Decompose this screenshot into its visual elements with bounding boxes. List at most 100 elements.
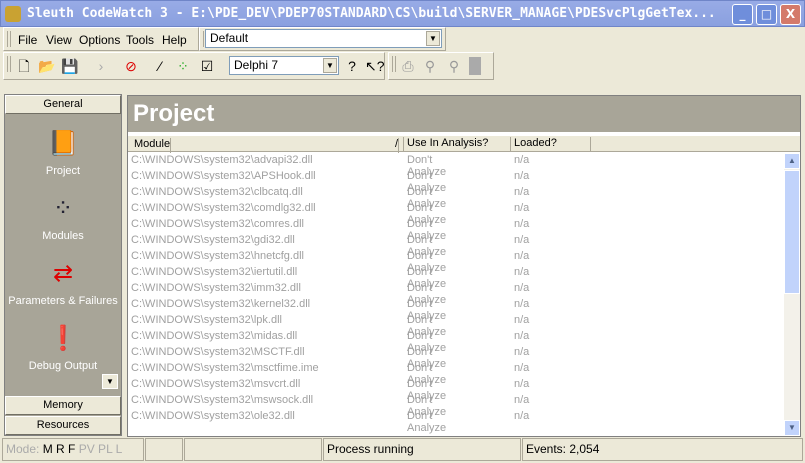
module-cell: C:\WINDOWS\system32\comres.dll bbox=[131, 218, 304, 230]
column-module[interactable]: Module / bbox=[128, 137, 404, 153]
profile-toolbar: Default ▼ bbox=[199, 27, 446, 51]
sidebar-item-label: Parameters & Failures bbox=[8, 295, 118, 307]
loaded-cell: n/a bbox=[514, 410, 530, 422]
run-icon[interactable]: › bbox=[92, 57, 110, 75]
page-title: Project bbox=[128, 96, 800, 132]
menu-help[interactable]: Help bbox=[162, 33, 187, 47]
loaded-cell: n/a bbox=[514, 266, 530, 278]
wizard-icon[interactable]: ⁄ bbox=[151, 57, 169, 75]
save-icon[interactable]: 💾 bbox=[61, 57, 79, 75]
menu-tools[interactable]: Tools bbox=[126, 33, 154, 47]
sidebar: General 📙 Project ⁘ Modules ⇄ Parameters… bbox=[4, 94, 122, 436]
mode-inactive: PV PL L bbox=[78, 442, 123, 456]
sort-indicator: / bbox=[392, 138, 399, 153]
print-icon[interactable]: ⎙ bbox=[399, 57, 417, 75]
stop-icon[interactable]: ⊘ bbox=[122, 57, 140, 75]
toolbar-grip[interactable] bbox=[7, 31, 11, 47]
profile-value: Default bbox=[210, 31, 249, 45]
open-folder-icon[interactable]: 📂 bbox=[38, 57, 56, 75]
loaded-cell: n/a bbox=[514, 330, 530, 342]
modules-icon[interactable]: ⁘ bbox=[174, 57, 192, 75]
loaded-cell: n/a bbox=[514, 234, 530, 246]
menu-file[interactable]: File bbox=[18, 33, 37, 47]
loaded-cell: n/a bbox=[514, 314, 530, 326]
scroll-up-button[interactable]: ▲ bbox=[784, 153, 800, 169]
loaded-cell: n/a bbox=[514, 298, 530, 310]
sidebar-item-label: Debug Output bbox=[28, 360, 98, 372]
debug-error-icon: ❗ bbox=[48, 325, 78, 352]
menu-view[interactable]: View bbox=[46, 33, 72, 47]
sidebar-general-button[interactable]: General bbox=[5, 95, 121, 114]
status-pane-empty bbox=[184, 438, 322, 461]
mode-active: M R F bbox=[42, 442, 76, 456]
sidebar-memory-button[interactable]: Memory bbox=[5, 396, 121, 415]
toolbar-grip[interactable] bbox=[392, 56, 396, 72]
toolbar-grip[interactable] bbox=[7, 56, 11, 72]
module-cell: C:\WINDOWS\system32\lpk.dll bbox=[131, 314, 282, 326]
sidebar-resources-button[interactable]: Resources bbox=[5, 416, 121, 435]
module-cell: C:\WINDOWS\system32\kernel32.dll bbox=[131, 298, 311, 310]
profile-select[interactable]: Default ▼ bbox=[205, 29, 442, 48]
scroll-thumb[interactable] bbox=[784, 170, 800, 294]
print-toolbar: ⎙ ⚲ ⚲ bbox=[388, 52, 494, 80]
app-icon bbox=[5, 6, 21, 22]
page-icon[interactable] bbox=[469, 57, 481, 75]
sidebar-item-modules[interactable]: ⁘ Modules bbox=[5, 194, 121, 242]
analysis-cell: Don't Analyze bbox=[407, 410, 447, 434]
module-cell: C:\WINDOWS\system32\imm32.dll bbox=[131, 282, 301, 294]
help-icon[interactable]: ? bbox=[343, 57, 361, 75]
main-toolbar: 🗋 📂 💾 › ⊘ ⁄ ⁘ ☑ Delphi 7 ▼ ? ↖? bbox=[3, 52, 385, 80]
module-cell: C:\WINDOWS\system32\mswsock.dll bbox=[131, 394, 314, 406]
status-pane-empty bbox=[145, 438, 183, 461]
minimize-button[interactable]: _ bbox=[732, 4, 753, 25]
mode-label: Mode: bbox=[6, 442, 40, 456]
project-book-icon: 📙 bbox=[48, 130, 78, 157]
table-header: Module / Use In Analysis? Loaded? bbox=[128, 136, 800, 153]
title-bar: Sleuth CodeWatch 3 - E:\PDE_DEV\PDEP70ST… bbox=[0, 0, 805, 27]
close-button[interactable]: X bbox=[780, 4, 801, 25]
module-cell: C:\WINDOWS\system32\msctfime.ime bbox=[131, 362, 319, 374]
module-cell: C:\WINDOWS\system32\gdi32.dll bbox=[131, 234, 295, 246]
chevron-down-icon[interactable]: ▼ bbox=[426, 31, 440, 46]
column-loaded[interactable]: Loaded? bbox=[511, 137, 591, 152]
sidebar-scroll-down[interactable]: ▼ bbox=[102, 374, 118, 389]
context-help-icon[interactable]: ↖? bbox=[365, 57, 385, 75]
sidebar-item-debug-output[interactable]: ❗ Debug Output bbox=[5, 324, 121, 372]
sidebar-item-label: Project bbox=[45, 165, 81, 177]
module-cell: C:\WINDOWS\system32\msvcrt.dll bbox=[131, 378, 301, 390]
scroll-down-button[interactable]: ▼ bbox=[784, 420, 800, 436]
menu-options[interactable]: Options bbox=[79, 33, 120, 47]
loaded-cell: n/a bbox=[514, 282, 530, 294]
menu-bar: File View Options Tools Help bbox=[3, 27, 199, 51]
zoom-in-icon[interactable]: ⚲ bbox=[421, 57, 439, 75]
loaded-cell: n/a bbox=[514, 362, 530, 374]
checklist-icon[interactable]: ☑ bbox=[198, 57, 216, 75]
project-panel: Project Module / Use In Analysis? Loaded?… bbox=[127, 95, 801, 437]
column-use-in-analysis[interactable]: Use In Analysis? bbox=[404, 137, 511, 152]
sidebar-item-parameters[interactable]: ⇄ Parameters & Failures bbox=[5, 259, 121, 307]
module-cell: C:\WINDOWS\system32\MSCTF.dll bbox=[131, 346, 305, 358]
module-cell: C:\WINDOWS\system32\ole32.dll bbox=[131, 410, 295, 422]
chevron-down-icon[interactable]: ▼ bbox=[323, 58, 337, 73]
loaded-cell: n/a bbox=[514, 346, 530, 358]
zoom-out-icon[interactable]: ⚲ bbox=[445, 57, 463, 75]
loaded-cell: n/a bbox=[514, 154, 530, 166]
module-cell: C:\WINDOWS\system32\advapi32.dll bbox=[131, 154, 313, 166]
module-cell: C:\WINDOWS\system32\APSHook.dll bbox=[131, 170, 316, 182]
compiler-value: Delphi 7 bbox=[234, 58, 279, 72]
vertical-scrollbar[interactable]: ▲ ▼ bbox=[784, 153, 800, 436]
loaded-cell: n/a bbox=[514, 394, 530, 406]
sidebar-item-project[interactable]: 📙 Project bbox=[5, 129, 121, 177]
module-cell: C:\WINDOWS\system32\midas.dll bbox=[131, 330, 298, 342]
module-cell: C:\WINDOWS\system32\comdlg32.dll bbox=[131, 202, 316, 214]
column-label: Module bbox=[131, 138, 172, 153]
module-cell: C:\WINDOWS\system32\clbcatq.dll bbox=[131, 186, 303, 198]
module-cell: C:\WINDOWS\system32\iertutil.dll bbox=[131, 266, 298, 278]
status-process: Process running bbox=[323, 438, 521, 461]
new-icon[interactable]: 🗋 bbox=[15, 57, 33, 75]
status-mode: Mode: M R F PV PL L bbox=[2, 438, 144, 461]
loaded-cell: n/a bbox=[514, 170, 530, 182]
compiler-select[interactable]: Delphi 7 ▼ bbox=[229, 56, 339, 75]
loaded-cell: n/a bbox=[514, 378, 530, 390]
maximize-button[interactable]: □ bbox=[756, 4, 777, 25]
